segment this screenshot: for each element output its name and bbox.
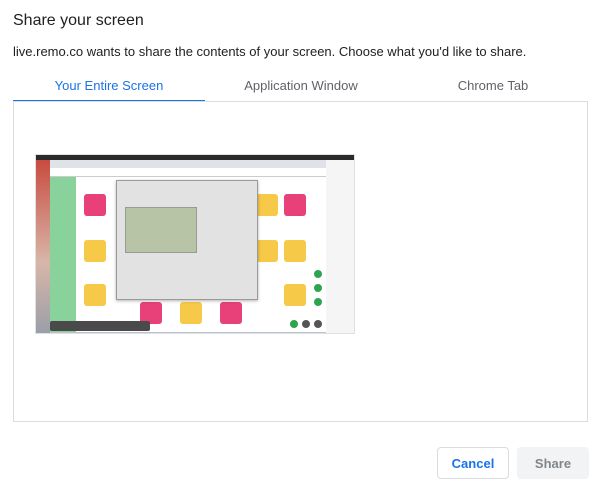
thumbnail-table	[256, 194, 278, 216]
cancel-button[interactable]: Cancel	[437, 447, 509, 479]
tab-application-window[interactable]: Application Window	[205, 72, 397, 102]
thumbnail-control-dot	[290, 320, 298, 328]
thumbnail-control-dot	[314, 298, 322, 306]
thumbnail-desktop-wallpaper	[36, 155, 50, 333]
dialog-subtitle: live.remo.co wants to share the contents…	[13, 44, 527, 59]
thumbnail-table	[84, 194, 106, 216]
preview-panel	[13, 101, 588, 422]
tab-entire-screen[interactable]: Your Entire Screen	[13, 72, 205, 102]
thumbnail-table	[284, 240, 306, 262]
share-button[interactable]: Share	[517, 447, 589, 479]
thumbnail-table	[84, 284, 106, 306]
dialog-title: Share your screen	[13, 12, 144, 29]
thumbnail-control-dot	[314, 284, 322, 292]
thumbnail-table	[220, 302, 242, 324]
thumbnail-control-dot	[314, 320, 322, 328]
screen-thumbnail[interactable]	[35, 154, 355, 334]
thumbnail-control-dot	[314, 270, 322, 278]
thumbnail-dock	[50, 321, 150, 331]
thumbnail-dialog-preview	[125, 207, 197, 253]
source-tabs: Your Entire Screen Application Window Ch…	[13, 72, 589, 102]
thumbnail-table	[284, 194, 306, 216]
thumbnail-table	[284, 284, 306, 306]
thumbnail-dialog	[116, 180, 258, 300]
thumbnail-table	[256, 240, 278, 262]
thumbnail-table	[180, 302, 202, 324]
thumbnail-browser	[50, 160, 327, 332]
thumbnail-addressbar	[50, 168, 326, 177]
thumbnail-tabbar	[50, 160, 326, 168]
tab-chrome-tab[interactable]: Chrome Tab	[397, 72, 589, 102]
thumbnail-control-dot	[302, 320, 310, 328]
thumbnail-right-pane	[326, 160, 354, 333]
thumbnail-table	[84, 240, 106, 262]
thumbnail-green-area	[50, 177, 76, 332]
